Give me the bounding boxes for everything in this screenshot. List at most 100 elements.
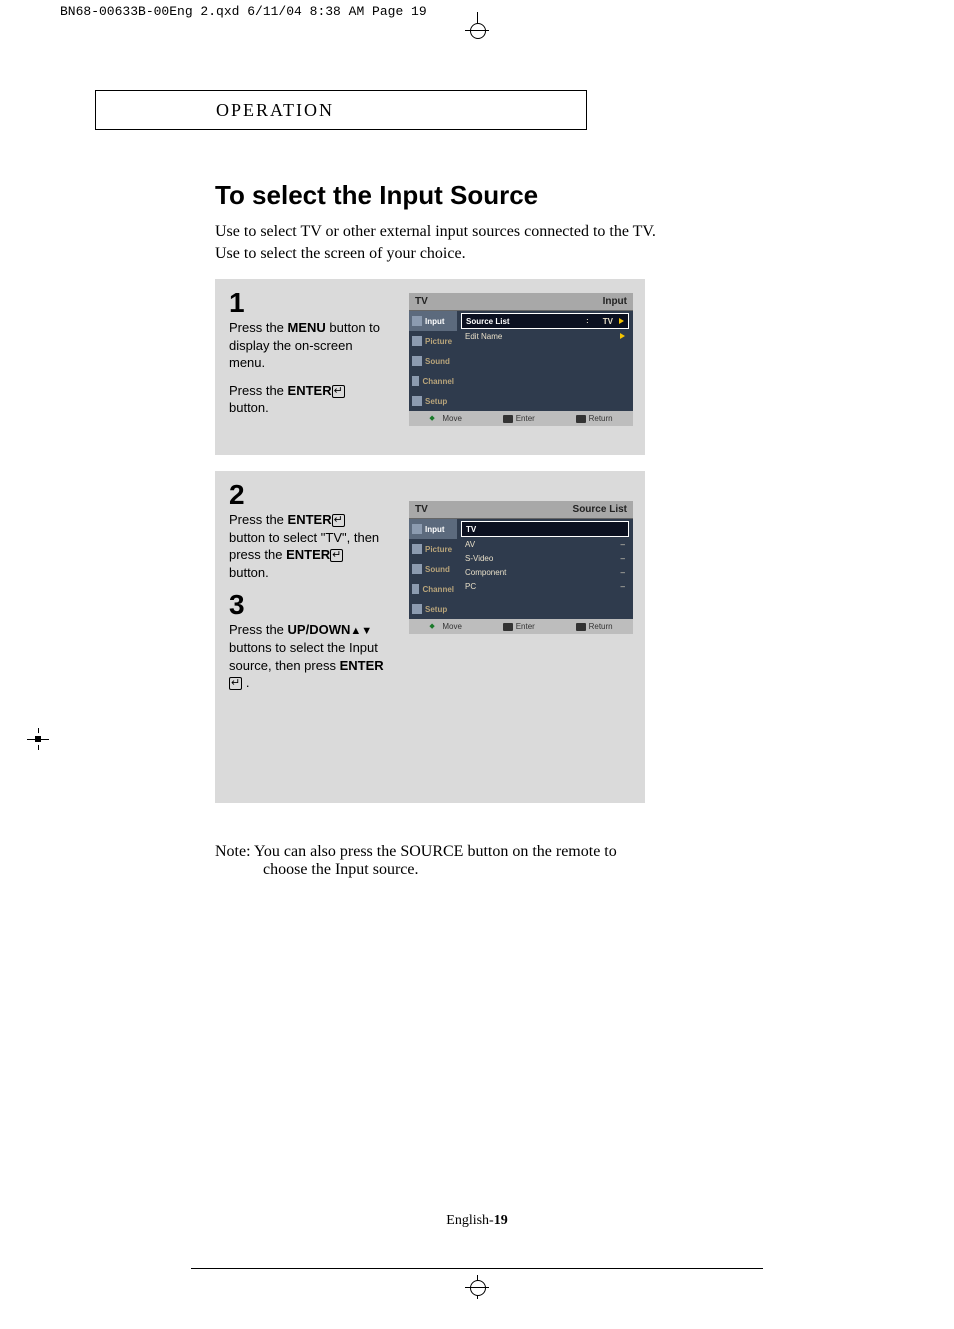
osd-menu-input: TV Input Input Picture Sound Channel Set… (409, 293, 633, 426)
text-fragment: Press the (229, 512, 288, 527)
osd-status-tv: TV (415, 504, 428, 515)
step-3-text: Press the UP/DOWN▲▼ buttons to select th… (229, 621, 384, 691)
page: BN68-00633B-00Eng 2.qxd 6/11/04 8:38 AM … (0, 0, 954, 1329)
arrow-right-icon (620, 333, 625, 339)
page-number-value: 19 (494, 1213, 508, 1228)
sound-icon (412, 564, 422, 574)
osd-key-enter: Enter (503, 622, 535, 631)
osd-side-nav: Input Picture Sound Channel Setup (409, 519, 457, 619)
side-label: Channel (422, 585, 454, 594)
setup-icon (412, 396, 422, 406)
enter-key-icon (503, 415, 513, 423)
enter-button-label: ENTER (286, 547, 330, 562)
side-label: Setup (425, 605, 447, 614)
step-2-text: Press the ENTER↵ button to select "TV", … (229, 511, 384, 581)
text-fragment: button. (229, 400, 269, 415)
enter-button-label: ENTER (288, 383, 332, 398)
osd-side-setup: Setup (409, 599, 457, 619)
main-content: To select the Input Source Use to select… (215, 180, 865, 879)
text-fragment: Press the (229, 622, 288, 637)
osd-side-sound: Sound (409, 351, 457, 371)
osd-status-tv: TV (415, 296, 428, 307)
registration-mark-left (27, 728, 49, 750)
osd-title: Input (603, 296, 627, 307)
sound-icon (412, 356, 422, 366)
osd-row-svideo: S-Video – (461, 551, 629, 565)
side-label: Input (425, 525, 445, 534)
picture-icon (412, 544, 422, 554)
side-label: Picture (425, 337, 452, 346)
osd-side-input: Input (409, 311, 457, 331)
osd-row-source-list: Source List : TV (461, 313, 629, 329)
osd-side-channel: Channel (409, 579, 457, 599)
page-number: English-19 (446, 1213, 507, 1229)
key-label: Return (589, 622, 613, 631)
osd-side-picture: Picture (409, 331, 457, 351)
input-icon (412, 316, 422, 326)
osd-body: Input Picture Sound Channel Setup TV (409, 519, 633, 619)
channel-icon (412, 584, 419, 594)
input-icon (412, 524, 422, 534)
updown-button-label: UP/DOWN (288, 622, 351, 637)
key-label: Move (442, 414, 462, 423)
key-label: Enter (516, 414, 535, 423)
enter-icon: ↵ (332, 514, 345, 527)
key-label: Move (442, 622, 462, 631)
osd-key-enter: Enter (503, 414, 535, 423)
page-title: To select the Input Source (215, 180, 865, 211)
section-header-box: OPERATION (95, 90, 587, 130)
row-label: Source List (466, 317, 510, 326)
enter-key-icon (503, 623, 513, 631)
registration-mark-top (465, 18, 489, 42)
osd-side-nav: Input Picture Sound Channel Setup (409, 311, 457, 411)
row-value: – (621, 568, 625, 577)
osd-side-picture: Picture (409, 539, 457, 559)
osd-key-return: Return (576, 622, 613, 631)
row-label: AV (465, 540, 475, 549)
note-line-2: choose the Input source. (263, 861, 865, 879)
key-label: Return (589, 414, 613, 423)
move-icon (429, 415, 439, 423)
osd-title: Source List (573, 504, 627, 515)
osd-side-channel: Channel (409, 371, 457, 391)
osd-side-input: Input (409, 519, 457, 539)
picture-icon (412, 336, 422, 346)
osd-key-return: Return (576, 414, 613, 423)
osd-footer: Move Enter Return (409, 619, 633, 634)
row-label: TV (466, 525, 476, 534)
osd-key-move: Move (429, 414, 462, 423)
setup-icon (412, 604, 422, 614)
channel-icon (412, 376, 419, 386)
osd-side-sound: Sound (409, 559, 457, 579)
osd-body: Input Picture Sound Channel Setup Source… (409, 311, 633, 411)
osd-title-bar: TV Input (409, 293, 633, 311)
osd-main-panel: Source List : TV Edit Name (457, 311, 633, 411)
text-fragment: . (242, 675, 249, 690)
side-label: Input (425, 317, 445, 326)
row-label: S-Video (465, 554, 493, 563)
side-label: Channel (422, 377, 454, 386)
page-number-prefix: English- (446, 1213, 493, 1228)
side-label: Sound (425, 357, 450, 366)
note-line-1: Note: You can also press the SOURCE butt… (215, 843, 865, 861)
enter-icon: ↵ (330, 549, 343, 562)
row-value: – (621, 582, 625, 591)
osd-menu-source-list: TV Source List Input Picture Sound Chann… (409, 501, 633, 634)
osd-side-setup: Setup (409, 391, 457, 411)
note: Note: You can also press the SOURCE butt… (215, 843, 865, 879)
enter-button-label: ENTER (340, 658, 384, 673)
text-fragment: Press the (229, 383, 288, 398)
arrow-right-icon (619, 318, 624, 324)
return-key-icon (576, 623, 586, 631)
registration-mark-bottom (465, 1275, 489, 1299)
osd-footer: Move Enter Return (409, 411, 633, 426)
return-key-icon (576, 415, 586, 423)
osd-row-component: Component – (461, 565, 629, 579)
side-label: Sound (425, 565, 450, 574)
enter-button-label: ENTER (288, 512, 332, 527)
print-header: BN68-00633B-00Eng 2.qxd 6/11/04 8:38 AM … (60, 4, 427, 19)
osd-row-pc: PC – (461, 579, 629, 593)
intro-line-2: Use to select the screen of your choice. (215, 245, 865, 263)
osd-row-tv: TV (461, 521, 629, 537)
menu-button-label: MENU (288, 320, 326, 335)
